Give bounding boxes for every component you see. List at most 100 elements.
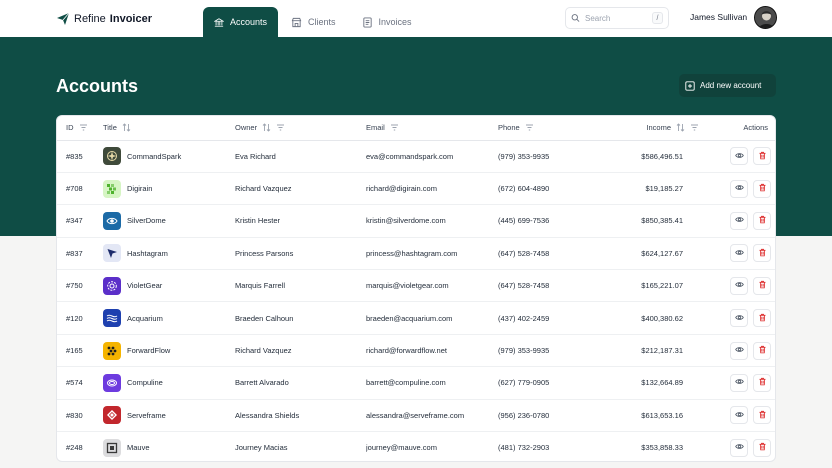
cell-id: #165: [57, 334, 103, 368]
cell-actions: [703, 301, 775, 335]
paper-plane-logo-icon: [56, 12, 70, 26]
eye-icon: [734, 151, 744, 162]
delete-button[interactable]: [753, 211, 771, 230]
top-navigation-bar: Refine Invoicer Accounts Clients Invoice…: [0, 0, 832, 37]
document-icon: [362, 16, 372, 28]
eye-icon: [734, 345, 744, 356]
filter-icon[interactable]: [390, 123, 399, 132]
column-header-actions: Actions: [703, 116, 775, 141]
cell-title: Acquarium: [103, 301, 235, 335]
square-logo-icon: [103, 438, 121, 457]
account-title[interactable]: Digirain: [127, 184, 152, 193]
table-row[interactable]: #347 SilverDome Kristin Hester kristin@silv…: [57, 204, 775, 238]
eye-icon: [734, 183, 744, 194]
diamond-logo-icon: [103, 406, 121, 425]
account-title[interactable]: Hashtagram: [127, 249, 168, 258]
cell-phone: (481) 732-2903: [498, 443, 550, 453]
cell-title: CommandSpark: [103, 140, 235, 173]
tab-accounts-label: Accounts: [229, 17, 267, 27]
add-new-account-button[interactable]: Add new account: [679, 74, 776, 97]
cell-title: Digirain: [103, 172, 235, 206]
cell-owner: Marquis Farrell: [235, 269, 366, 303]
delete-button[interactable]: [753, 406, 771, 425]
cell-id: #347: [57, 204, 103, 238]
trash-icon: [758, 183, 767, 194]
cell-id: #120: [57, 301, 103, 335]
account-title[interactable]: VioletGear: [127, 281, 162, 290]
cell-actions: [703, 172, 775, 206]
cell-income: $132,664.89: [603, 366, 703, 400]
cell-phone: (956) 236-0780: [498, 399, 603, 433]
tab-accounts[interactable]: Accounts: [203, 7, 278, 37]
view-button[interactable]: [730, 276, 748, 295]
account-title[interactable]: SilverDome: [127, 216, 166, 225]
filter-icon[interactable]: [690, 123, 699, 132]
cell-owner: Kristin Hester: [235, 204, 366, 238]
gear-logo-icon: [103, 276, 121, 295]
delete-button[interactable]: [753, 276, 771, 295]
account-title[interactable]: Serveframe: [127, 411, 166, 420]
tab-invoices[interactable]: Invoices: [349, 7, 425, 37]
sort-icon[interactable]: [122, 123, 131, 132]
table-row[interactable]: #248 Mauve Journey Macias journey@mauve.com…: [57, 432, 775, 461]
cell-email: marquis@violetgear.com: [366, 269, 498, 303]
delete-button[interactable]: [753, 438, 771, 457]
trash-icon: [758, 151, 767, 162]
cell-actions: [703, 366, 775, 400]
view-button[interactable]: [730, 147, 748, 166]
account-title[interactable]: ForwardFlow: [127, 346, 170, 355]
avatar[interactable]: [754, 6, 777, 29]
delete-button[interactable]: [753, 373, 771, 392]
table-row[interactable]: #574 Compuline Barrett Alvarado barrett@com…: [57, 366, 775, 400]
cell-title: Hashtagram: [103, 237, 235, 271]
view-button[interactable]: [730, 438, 748, 457]
main-nav: Accounts Clients Invoices: [203, 7, 425, 37]
view-button[interactable]: [730, 341, 748, 360]
delete-button[interactable]: [753, 309, 771, 328]
filter-icon[interactable]: [79, 123, 88, 132]
brand[interactable]: Refine Invoicer: [56, 10, 152, 28]
view-button[interactable]: [730, 309, 748, 328]
view-button[interactable]: [730, 211, 748, 230]
table-row[interactable]: #750 VioletGear Marquis Farrell marquis@vio…: [57, 269, 775, 303]
search-box[interactable]: /: [565, 7, 669, 29]
account-title[interactable]: Acquarium: [127, 314, 163, 323]
eye-icon: [734, 215, 744, 226]
bank-icon: [214, 17, 224, 27]
table-row[interactable]: #830 Serveframe Alessandra Shields alessand…: [57, 399, 775, 433]
cell-actions: [703, 140, 775, 173]
sort-icon[interactable]: [676, 123, 685, 132]
delete-button[interactable]: [753, 341, 771, 360]
filter-icon[interactable]: [276, 123, 285, 132]
brand-name-bold: Invoicer: [109, 13, 152, 25]
account-title[interactable]: CommandSpark: [127, 152, 181, 161]
column-header-owner-label: Owner: [235, 123, 258, 133]
view-button[interactable]: [730, 373, 748, 392]
account-title[interactable]: Mauve: [127, 443, 150, 452]
delete-button[interactable]: [753, 179, 771, 198]
view-button[interactable]: [730, 179, 748, 198]
view-button[interactable]: [730, 244, 748, 263]
eye-icon: [734, 377, 744, 388]
delete-button[interactable]: [753, 244, 771, 263]
eye-icon: [734, 280, 744, 291]
sort-icon[interactable]: [262, 123, 271, 132]
column-header-email: Email: [366, 116, 498, 141]
cell-phone: (647) 528-7458: [498, 269, 603, 303]
table-row[interactable]: #165 ForwardFlow Richard Vazquez richard@fo…: [57, 334, 775, 368]
table-row[interactable]: #835 CommandSpark Eva Richard eva@commandsp…: [57, 140, 775, 173]
cell-email: braeden@acquarium.com: [366, 301, 498, 335]
table-row[interactable]: #708 Digirain Richard Vazquez richard@digir…: [57, 172, 775, 206]
tab-clients[interactable]: Clients: [278, 7, 349, 37]
cell-actions: [703, 237, 775, 271]
account-title[interactable]: Compuline: [127, 378, 163, 387]
filter-icon[interactable]: [525, 123, 534, 132]
view-button[interactable]: [730, 406, 748, 425]
search-input[interactable]: [585, 13, 647, 23]
delete-button[interactable]: [753, 147, 771, 166]
cell-phone: (979) 353-9935: [498, 140, 603, 173]
table-row[interactable]: #837 Hashtagram Princess Parsons princess@h…: [57, 237, 775, 271]
column-header-id: ID: [57, 116, 103, 141]
table-row[interactable]: #120 Acquarium Braeden Calhoun braeden@acqu…: [57, 301, 775, 335]
cell-phone: (647) 528-7458: [498, 237, 603, 271]
